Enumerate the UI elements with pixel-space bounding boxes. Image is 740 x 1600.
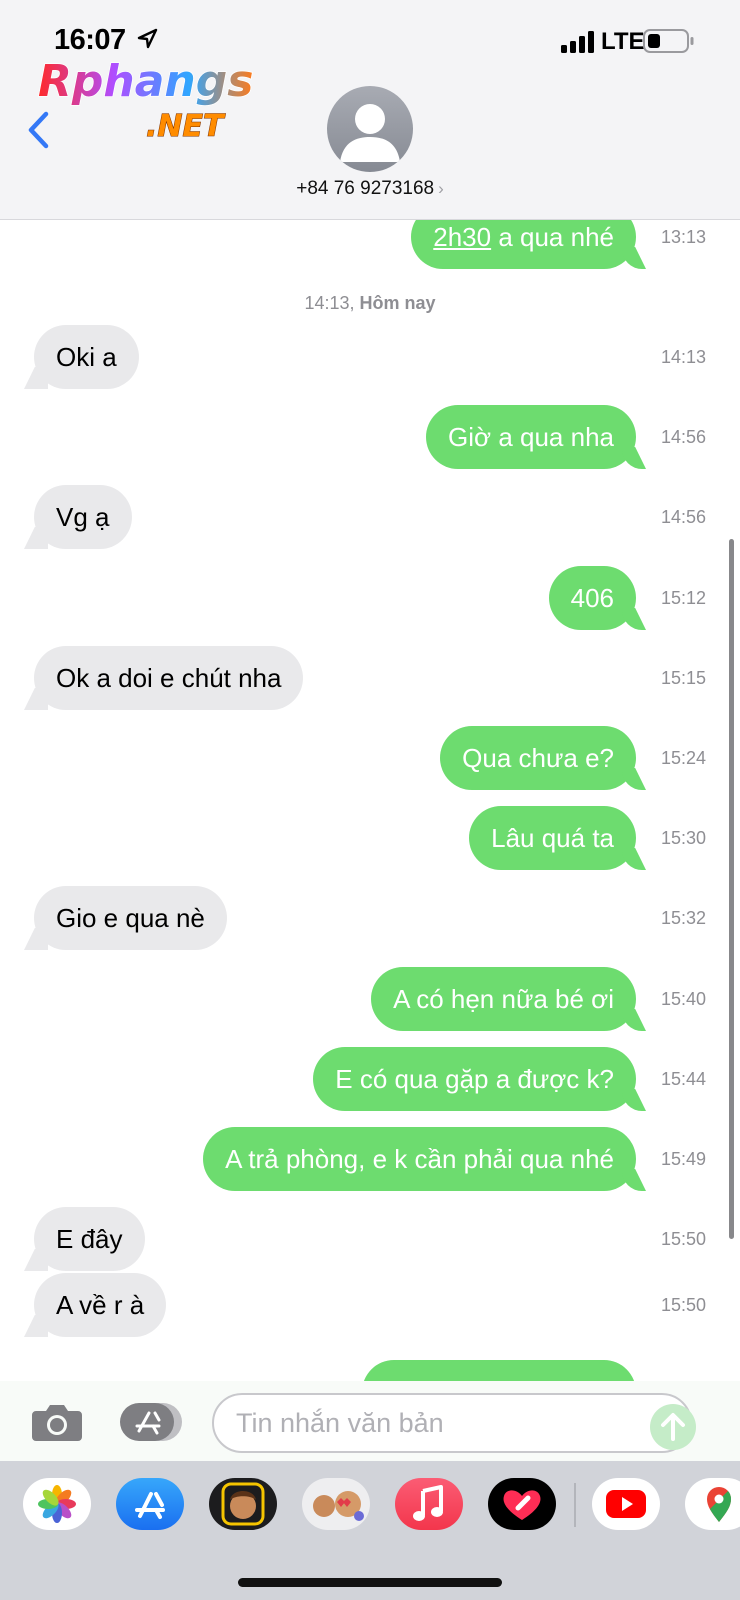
- camera-icon[interactable]: [30, 1401, 84, 1443]
- message-row: E đây 15:50: [0, 1207, 740, 1271]
- message-timestamp: 15:50: [660, 1229, 706, 1249]
- separator-time: 14:13,: [304, 293, 355, 313]
- digital-touch-app-icon[interactable]: [488, 1478, 556, 1530]
- message-timestamp: 15:15: [660, 668, 706, 688]
- message-text: Lâu quá ta: [491, 823, 614, 853]
- message-composer: Tin nhắn văn bản: [0, 1381, 740, 1461]
- message-text: Vg ạ: [56, 502, 110, 532]
- app-drawer-divider: [574, 1483, 576, 1527]
- scroll-indicator[interactable]: [729, 539, 734, 1239]
- message-timestamp: 14:13: [660, 347, 706, 367]
- message-timestamp: 15:50: [660, 1295, 706, 1315]
- message-thread[interactable]: 2h30 a qua nhé 13:13 14:13, Hôm nay Oki …: [0, 219, 740, 1381]
- message-row: Lâu quá ta 15:30: [0, 806, 740, 870]
- arrow-up-icon: [661, 1413, 685, 1441]
- memoji-stickers-app-icon[interactable]: [209, 1478, 277, 1530]
- app-store-icon[interactable]: [120, 1401, 184, 1443]
- location-arrow-icon: [137, 28, 158, 49]
- watermark-logo: Rphangs .NET: [37, 56, 254, 142]
- sent-message-bubble[interactable]: 406: [548, 566, 636, 630]
- send-button[interactable]: [650, 1404, 696, 1450]
- message-input[interactable]: Tin nhắn văn bản: [212, 1393, 692, 1453]
- person-silhouette-icon: [340, 104, 400, 162]
- contact-name[interactable]: +84 76 9273168 ›: [0, 178, 740, 200]
- message-timestamp: 15:49: [660, 1149, 706, 1169]
- separator-label: Hôm nay: [359, 293, 436, 313]
- message-timestamp: 15:32: [660, 908, 706, 928]
- message-text: 406: [570, 583, 614, 613]
- message-text: Gio e qua nè: [56, 903, 205, 933]
- message-row: A trả phòng, e k cần phải qua nhé 15:49: [0, 1127, 740, 1191]
- sent-message-bubble-partial[interactable]: [362, 1360, 636, 1381]
- message-timestamp: 14:56: [660, 427, 706, 447]
- sent-message-bubble[interactable]: 2h30 a qua nhé: [411, 219, 636, 269]
- sent-message-bubble[interactable]: Qua chưa e?: [440, 726, 636, 790]
- message-timestamp: 15:24: [660, 748, 706, 768]
- message-row: Vg ạ 14:56: [0, 485, 740, 549]
- message-text: A có hẹn nữa bé ơi: [393, 984, 614, 1014]
- svg-text:.NET: .NET: [146, 109, 226, 142]
- message-text: A về r à: [56, 1290, 145, 1320]
- contact-avatar[interactable]: [327, 86, 413, 172]
- message-row: 406 15:12: [0, 566, 740, 630]
- message-row: Gio e qua nè 15:32: [0, 886, 740, 950]
- home-indicator[interactable]: [238, 1578, 502, 1587]
- message-text: E có qua gặp a được k?: [335, 1064, 614, 1094]
- received-message-bubble[interactable]: Gio e qua nè: [34, 886, 227, 950]
- sent-message-bubble[interactable]: A có hẹn nữa bé ơi: [371, 967, 636, 1031]
- message-text: Ok a doi e chút nha: [56, 663, 282, 693]
- received-message-bubble[interactable]: E đây: [34, 1207, 145, 1271]
- svg-text:Rphangs: Rphangs: [38, 56, 253, 107]
- conversation-header: 16:07 LTE Rphangs .NET +84 76 9273168 ›: [0, 0, 740, 220]
- app-store-app-icon[interactable]: [116, 1478, 184, 1530]
- message-row: A về r à 15:50: [0, 1273, 740, 1337]
- message-timestamp: 15:44: [660, 1069, 706, 1089]
- message-text: Oki a: [56, 342, 117, 372]
- message-row: E có qua gặp a được k? 15:44: [0, 1047, 740, 1111]
- network-type-label: LTE: [601, 28, 645, 55]
- sent-message-bubble[interactable]: A trả phòng, e k cần phải qua nhé: [203, 1127, 636, 1191]
- animoji-app-icon[interactable]: [302, 1478, 370, 1530]
- music-app-icon[interactable]: [395, 1478, 463, 1530]
- message-row-partial: [0, 1360, 740, 1381]
- sent-message-bubble[interactable]: E có qua gặp a được k?: [313, 1047, 636, 1111]
- message-row: Giờ a qua nha 14:56: [0, 405, 740, 469]
- message-row: Ok a doi e chút nha 15:15: [0, 646, 740, 710]
- message-row: Oki a 14:13: [0, 325, 740, 389]
- sent-message-bubble[interactable]: Lâu quá ta: [469, 806, 636, 870]
- message-text: E đây: [56, 1224, 123, 1254]
- message-text: A trả phòng, e k cần phải qua nhé: [225, 1144, 614, 1174]
- youtube-app-icon[interactable]: [592, 1478, 660, 1530]
- message-timestamp: 15:40: [660, 989, 706, 1009]
- message-text: Qua chưa e?: [462, 743, 614, 773]
- time-link[interactable]: 2h30: [433, 222, 491, 252]
- message-row: A có hẹn nữa bé ơi 15:40: [0, 967, 740, 1031]
- received-message-bubble[interactable]: A về r à: [34, 1273, 167, 1337]
- message-text: Giờ a qua nha: [448, 422, 614, 452]
- photos-app-icon[interactable]: [23, 1478, 91, 1530]
- signal-bars-icon: [561, 31, 594, 53]
- battery-icon: [643, 29, 694, 53]
- back-chevron-icon[interactable]: [26, 110, 52, 150]
- received-message-bubble[interactable]: Vg ạ: [34, 485, 132, 549]
- google-maps-app-icon[interactable]: [685, 1478, 740, 1530]
- day-separator: 14:13, Hôm nay: [0, 293, 740, 314]
- received-message-bubble[interactable]: Ok a doi e chút nha: [34, 646, 304, 710]
- sent-message-bubble[interactable]: Giờ a qua nha: [426, 405, 636, 469]
- message-text: a qua nhé: [491, 222, 614, 252]
- message-timestamp: 13:13: [660, 227, 706, 247]
- received-message-bubble[interactable]: Oki a: [34, 325, 139, 389]
- message-row: Qua chưa e? 15:24: [0, 726, 740, 790]
- message-timestamp: 14:56: [660, 507, 706, 527]
- status-time: 16:07: [54, 24, 126, 56]
- message-row: 2h30 a qua nhé 13:13: [0, 219, 740, 269]
- message-timestamp: 15:30: [660, 828, 706, 848]
- chevron-right-icon: ›: [438, 179, 444, 198]
- message-timestamp: 15:12: [660, 588, 706, 608]
- contact-number: +84 76 9273168: [296, 178, 435, 199]
